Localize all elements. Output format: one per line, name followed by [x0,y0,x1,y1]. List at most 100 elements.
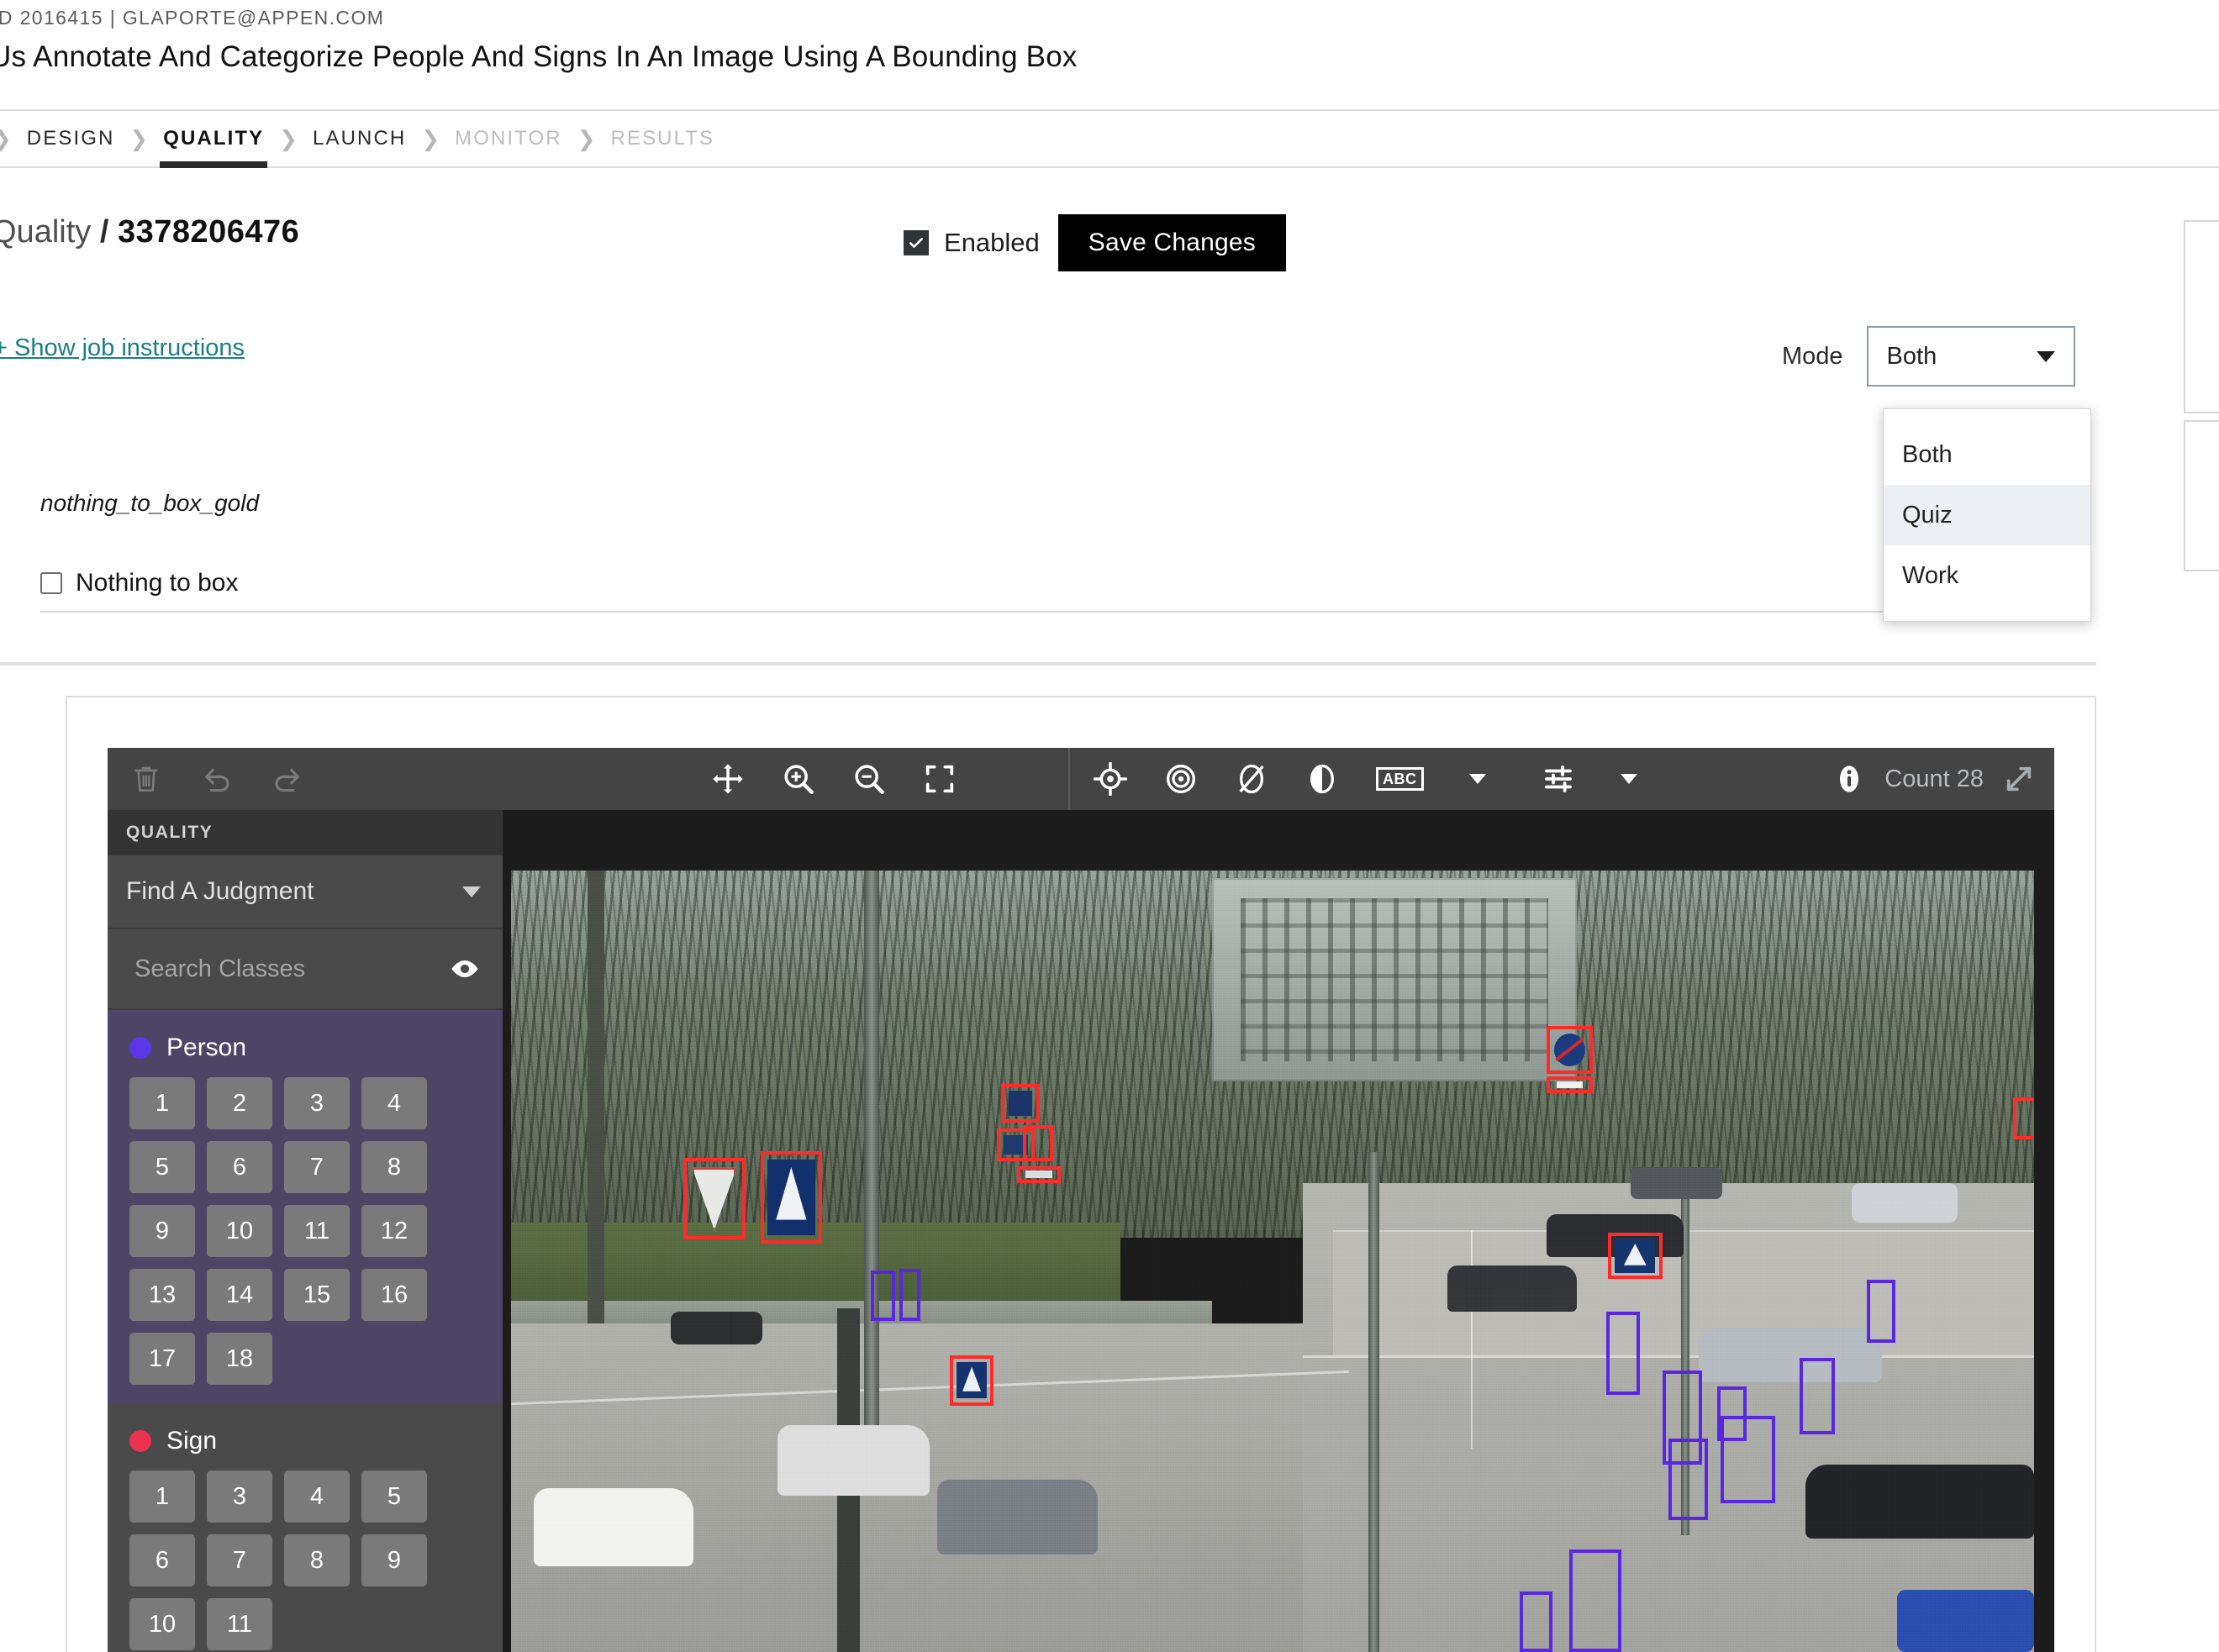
nothing-to-box-row[interactable]: Nothing to box [40,569,238,597]
step-quality[interactable]: QUALITY [160,111,268,168]
mode-control: Mode Both [1782,326,2075,387]
annotation-canvas[interactable] [503,810,2054,1652]
step-results[interactable]: RESULTS [608,111,719,166]
annotated-photo[interactable] [511,871,2034,1652]
chip-sign-4[interactable]: 4 [284,1470,350,1523]
chip-sign-11[interactable]: 11 [207,1598,272,1650]
breadcrumb-separator: / [99,214,109,250]
chip-person-7[interactable]: 7 [284,1141,350,1193]
offscreen-panel-bottom [2184,420,2219,571]
header-actions: Enabled Save Changes [904,214,1286,271]
mode-option-quiz[interactable]: Quiz [1884,485,2090,545]
enabled-toggle[interactable]: Enabled [904,228,1040,258]
zoom-out-icon[interactable] [852,762,886,796]
chip-sign-1[interactable]: 1 [129,1470,195,1523]
chip-sign-10[interactable]: 10 [129,1598,195,1650]
chip-sign-3[interactable]: 3 [207,1470,272,1523]
mode-option-both[interactable]: Both [1884,424,2090,485]
chip-person-6[interactable]: 6 [207,1141,272,1193]
chip-person-5[interactable]: 5 [129,1141,195,1193]
annotation-body: QUALITY Find A Judgment Person 1 [108,810,2054,1652]
chevron-right-icon-3: ❯ [421,125,440,151]
mode-option-work[interactable]: Work [1884,545,2090,606]
image-annotation-tool: ABC Count 28 QUALITY Find A Judgment Sea… [108,748,2054,1652]
crosshair-icon[interactable] [1094,762,1127,796]
chip-person-15[interactable]: 15 [284,1269,350,1321]
annotation-count: Count 28 [1884,765,1984,792]
chip-person-2[interactable]: 2 [207,1077,272,1129]
toolbar-view-group [711,762,957,796]
chip-person-16[interactable]: 16 [361,1269,427,1321]
toolbar-edit-group [129,762,304,796]
show-job-instructions-link[interactable]: + Show job instructions [0,334,245,362]
divider [40,611,2056,613]
class-name-sign: Sign [166,1427,218,1455]
mode-label: Mode [1782,342,1843,370]
target-icon[interactable] [1164,762,1198,796]
page-title: Us Annotate And Categorize People And Si… [0,40,1078,73]
undo-icon[interactable] [200,762,234,796]
chevron-down-icon-judgment [462,886,481,897]
class-name-person: Person [166,1034,247,1061]
chip-person-14[interactable]: 14 [207,1269,272,1321]
settings-chevron-down-icon[interactable] [1620,774,1637,784]
chip-person-10[interactable]: 10 [207,1205,272,1257]
chip-person-9[interactable]: 9 [129,1205,195,1257]
chip-person-1[interactable]: 1 [129,1077,195,1129]
eye-icon[interactable] [449,958,481,980]
offscreen-panel-top [2184,220,2219,413]
no-fill-icon[interactable] [1235,762,1268,796]
labels-toggle[interactable]: ABC [1376,762,1424,796]
chip-sign-7[interactable]: 7 [207,1534,272,1586]
delete-icon[interactable] [129,762,163,796]
chip-person-4[interactable]: 4 [361,1077,427,1129]
class-group-person: Person 1 2 3 4 5 6 7 8 9 10 11 12 13 14 [108,1010,503,1403]
find-a-judgment-select[interactable]: Find A Judgment [108,855,503,929]
toolbar-shape-group: ABC [1068,748,1637,810]
step-monitor[interactable]: MONITOR [451,111,566,166]
mode-dropdown-menu: Both Quiz Work [1883,408,2091,622]
chip-sign-8[interactable]: 8 [284,1534,350,1586]
nothing-to-box-label: Nothing to box [76,569,239,597]
class-header-sign[interactable]: Sign [108,1420,503,1470]
enabled-checkbox[interactable] [904,230,930,255]
search-classes-input[interactable] [133,954,410,984]
chip-person-3[interactable]: 3 [284,1077,350,1129]
sliders-icon[interactable] [1542,762,1575,796]
fit-screen-icon[interactable] [923,762,957,796]
chevron-right-icon-0: ❯ [0,126,12,152]
breadcrumb: Quality / 3378206476 [0,214,299,250]
pan-icon[interactable] [711,762,745,796]
chip-person-12[interactable]: 12 [361,1205,427,1257]
job-step-nav: ❯ DESIGN ❯ QUALITY ❯ LAUNCH ❯ MONITOR ❯ … [0,109,2219,168]
chip-sign-6[interactable]: 6 [129,1534,195,1586]
breadcrumb-job-id: 3378206476 [117,214,300,250]
step-design[interactable]: DESIGN [24,111,119,166]
info-icon[interactable] [1832,762,1866,796]
labels-chevron-down-icon[interactable] [1468,774,1486,784]
nothing-to-box-checkbox[interactable] [40,572,62,594]
breadcrumb-quality[interactable]: Quality [0,214,91,250]
chip-person-17[interactable]: 17 [129,1333,195,1385]
sidebar-title: QUALITY [108,810,503,855]
mode-select[interactable]: Both [1866,326,2075,387]
redo-icon[interactable] [271,762,304,796]
chip-sign-9[interactable]: 9 [361,1534,427,1586]
chip-person-13[interactable]: 13 [129,1269,195,1321]
chip-sign-5[interactable]: 5 [361,1470,427,1523]
step-launch[interactable]: LAUNCH [309,111,409,166]
chevron-right-icon-1: ❯ [129,125,149,151]
class-header-person[interactable]: Person [108,1027,503,1077]
gold-unit-card: nothing_to_box_gold Nothing to box [0,433,2096,664]
mode-selected-value: Both [1886,342,1937,370]
street-scene-image [511,871,2034,1652]
chevron-right-icon-4: ❯ [577,125,596,151]
chip-person-8[interactable]: 8 [361,1141,427,1193]
annotation-sidebar: QUALITY Find A Judgment Person 1 [108,810,503,1652]
chip-person-18[interactable]: 18 [207,1333,272,1385]
chip-person-11[interactable]: 11 [284,1205,350,1257]
expand-icon[interactable] [2002,762,2036,796]
zoom-in-icon[interactable] [782,762,815,796]
save-changes-button[interactable]: Save Changes [1057,214,1286,271]
half-fill-icon[interactable] [1305,762,1339,796]
